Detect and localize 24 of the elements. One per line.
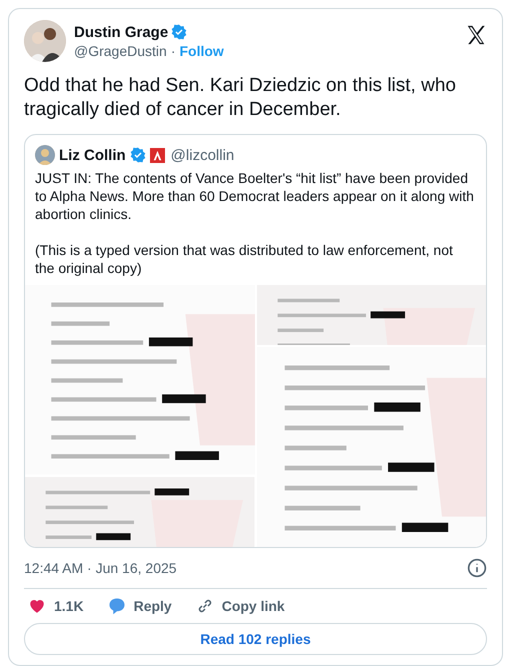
action-label: 1.1K — [54, 598, 84, 614]
speech-bubble-icon — [108, 597, 126, 615]
quoted-author-handle: @lizcollin — [170, 146, 234, 164]
like-action[interactable]: 1.1K — [28, 597, 84, 615]
quoted-post[interactable] — [24, 134, 487, 548]
info-icon[interactable] — [467, 558, 487, 578]
author-handle: @GrageDustin — [74, 42, 167, 58]
action-label: Reply — [134, 598, 172, 614]
quoted-author-name: Liz Collin — [59, 146, 126, 164]
avatar — [35, 145, 55, 165]
quoted-text: JUST IN: The contents of Vance Boelter's “hit list” have been provided to Alpha News. More than 60 Democrat leaders appear on it along with abortion clinics. — [35, 169, 475, 223]
logo-icon[interactable] — [465, 24, 487, 46]
heart-icon — [28, 597, 46, 615]
copy-action[interactable]: Copy link — [196, 597, 285, 615]
reply-action[interactable]: Reply — [108, 597, 172, 615]
separator: · — [170, 42, 176, 58]
quoted-text: (This is a typed version that was distributed to law enforcement, not the original copy) — [35, 241, 454, 277]
timestamp[interactable]: 12:44 AM · Jun 16, 2025 — [24, 560, 177, 576]
action-label: Copy link — [222, 598, 285, 614]
author-name[interactable]: Dustin Grage — [74, 24, 168, 40]
avatar — [24, 20, 66, 62]
post-text: Odd that he had Sen. Kari Dziedzic on this list, who tragically died of cancer in December. — [24, 74, 457, 122]
read-replies-button[interactable]: Read 102 replies — [24, 623, 487, 655]
affiliate-badge-icon — [150, 148, 165, 162]
